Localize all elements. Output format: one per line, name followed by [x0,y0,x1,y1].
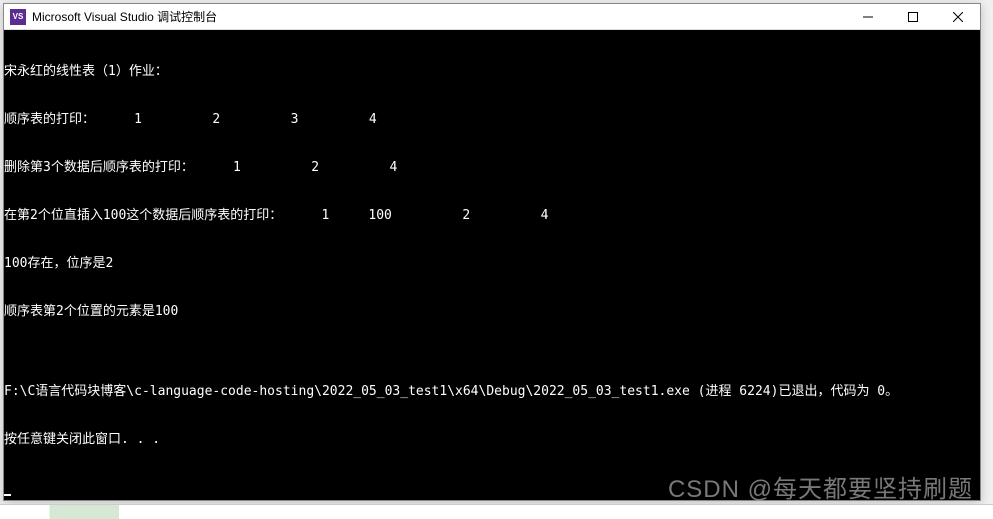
console-line: 删除第3个数据后顺序表的打印： 1 2 4 [4,160,980,176]
console-line: 按任意键关闭此窗口. . . [4,432,980,448]
maximize-button[interactable] [890,4,935,29]
close-button[interactable] [935,4,980,29]
close-icon [953,12,963,22]
window-title: Microsoft Visual Studio 调试控制台 [32,8,845,25]
titlebar[interactable]: VS Microsoft Visual Studio 调试控制台 [4,4,980,30]
console-line: 顺序表的打印： 1 2 3 4 [4,112,980,128]
window-controls [845,4,980,29]
cursor-line [4,480,980,496]
minimize-button[interactable] [845,4,890,29]
minimize-icon [863,12,873,22]
console-line: 顺序表第2个位置的元素是100 [4,304,980,320]
console-line: F:\C语言代码块博客\c-language-code-hosting\2022… [4,384,980,400]
console-window: VS Microsoft Visual Studio 调试控制台 宋永红的线性表… [3,3,981,501]
console-line: 宋永红的线性表（1）作业： [4,64,980,80]
console-line: 100存在，位序是2 [4,256,980,272]
console-line: 在第2个位直插入100这个数据后顺序表的打印： 1 100 2 4 [4,208,980,224]
app-icon: VS [10,9,26,25]
console-output[interactable]: 宋永红的线性表（1）作业： 顺序表的打印： 1 2 3 4 删除第3个数据后顺序… [4,30,980,500]
maximize-icon [908,12,918,22]
background-strip [0,504,993,519]
cursor-icon [4,494,11,496]
